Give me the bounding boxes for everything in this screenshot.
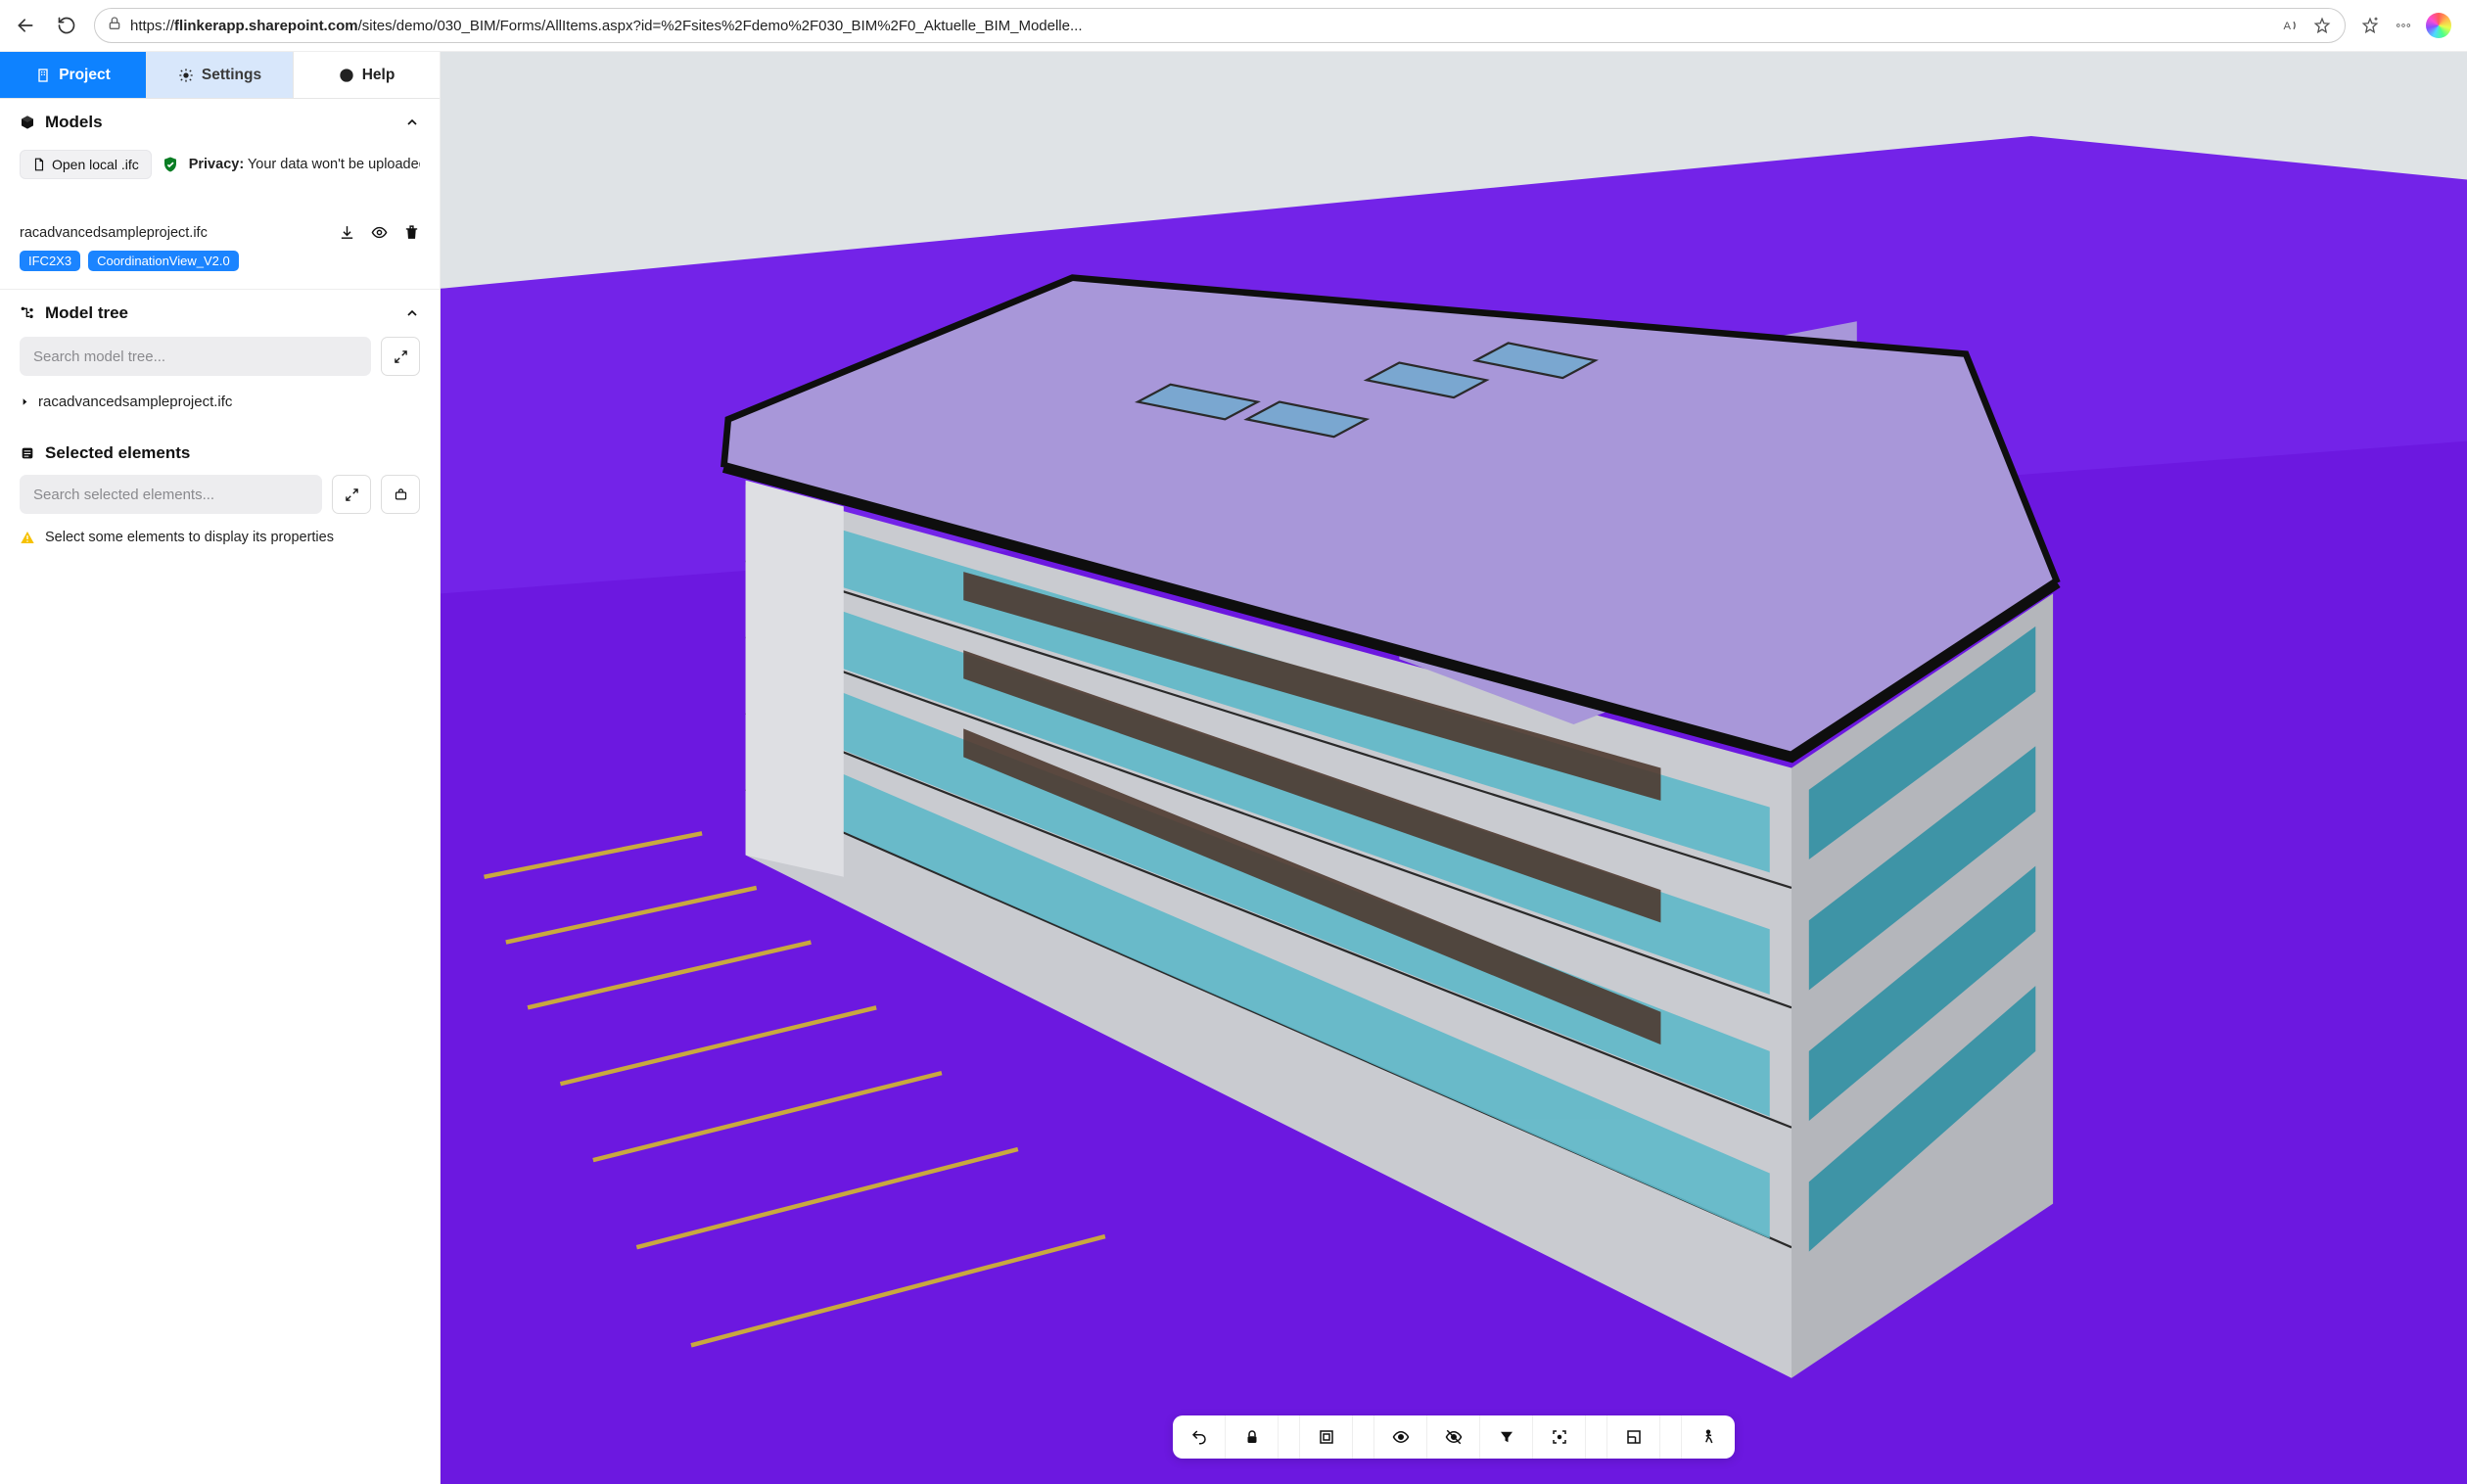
briefcase-icon: [394, 487, 408, 502]
focus-button[interactable]: [1533, 1415, 1586, 1459]
funnel-icon: [1498, 1428, 1515, 1446]
sidebar: Project Settings Help Models: [0, 52, 441, 1484]
hide-button[interactable]: [1427, 1415, 1480, 1459]
tab-project-label: Project: [59, 67, 111, 84]
panel-models-title: Models: [45, 113, 103, 132]
undo-icon: [1190, 1428, 1208, 1446]
warning-icon: [20, 530, 35, 545]
panel-models: Models Open local .ifc Privacy: Your dat…: [0, 99, 440, 290]
filter-button[interactable]: [1480, 1415, 1533, 1459]
address-bar[interactable]: https://flinkerapp.sharepoint.com/sites/…: [94, 8, 2346, 43]
lock-icon: [1243, 1428, 1261, 1446]
floorplan-icon: [1625, 1428, 1643, 1446]
selected-hint: Select some elements to display its prop…: [0, 526, 440, 549]
tab-project[interactable]: Project: [0, 52, 147, 98]
browser-bar: https://flinkerapp.sharepoint.com/sites/…: [0, 0, 2467, 51]
chevron-up-icon: [404, 115, 420, 130]
view-toolbar: [1173, 1415, 1735, 1459]
tab-settings[interactable]: Settings: [147, 52, 294, 98]
model-file-name: racadvancedsampleproject.ifc: [20, 225, 208, 241]
caret-right-icon: [20, 396, 30, 407]
tab-help-label: Help: [362, 67, 396, 84]
show-button[interactable]: [1374, 1415, 1427, 1459]
panel-tree-head[interactable]: Model tree: [0, 290, 440, 337]
panel-model-tree: Model tree racadvancedsampleproject.ifc: [0, 290, 440, 428]
walk-icon: [1699, 1428, 1717, 1446]
panel-selected-title: Selected elements: [45, 443, 190, 463]
trash-icon[interactable]: [403, 224, 420, 241]
panel-models-head[interactable]: Models: [0, 99, 440, 146]
svg-text:A: A: [2284, 21, 2292, 32]
panel-selected-head: Selected elements: [0, 428, 440, 475]
expand-selected-button[interactable]: [332, 475, 371, 514]
chevron-up-icon: [404, 305, 420, 321]
panel-tree-title: Model tree: [45, 303, 128, 323]
list-icon: [20, 445, 35, 461]
undo-button[interactable]: [1173, 1415, 1226, 1459]
badge-ifc-view: CoordinationView_V2.0: [88, 251, 239, 271]
model-tree-search-input[interactable]: [20, 337, 371, 376]
expand-icon: [345, 487, 359, 502]
cube-icon: [20, 115, 35, 130]
open-local-label: Open local .ifc: [52, 157, 139, 172]
plan-button[interactable]: [1607, 1415, 1660, 1459]
eye-icon[interactable]: [371, 224, 388, 241]
eye-off-icon: [1445, 1428, 1463, 1446]
export-selected-button[interactable]: [381, 475, 420, 514]
shield-check-icon: [162, 156, 179, 173]
tab-settings-label: Settings: [202, 67, 261, 84]
focus-icon: [1551, 1428, 1568, 1446]
sidebar-tabs: Project Settings Help: [0, 52, 440, 99]
selected-search-input[interactable]: [20, 475, 322, 514]
copilot-icon[interactable]: [2426, 13, 2451, 38]
read-aloud-icon[interactable]: A: [2280, 15, 2302, 36]
lock-button[interactable]: [1226, 1415, 1279, 1459]
star-icon[interactable]: [2311, 15, 2333, 36]
selected-hint-text: Select some elements to display its prop…: [45, 530, 334, 545]
tree-icon: [20, 305, 35, 321]
expand-tree-button[interactable]: [381, 337, 420, 376]
expand-icon: [394, 349, 408, 364]
privacy-text: Privacy: Your data won't be uploaded any…: [189, 157, 420, 172]
refresh-button[interactable]: [53, 12, 80, 39]
section-icon: [1318, 1428, 1335, 1446]
favorites-icon[interactable]: [2359, 15, 2381, 36]
section-button[interactable]: [1300, 1415, 1353, 1459]
tree-root-item[interactable]: racadvancedsampleproject.ifc: [0, 390, 440, 428]
lock-icon: [107, 16, 122, 36]
building-render: [441, 52, 2467, 1484]
download-icon[interactable]: [339, 224, 355, 241]
more-icon[interactable]: [2393, 15, 2414, 36]
eye-icon: [1392, 1428, 1410, 1446]
back-button[interactable]: [12, 12, 39, 39]
app-container: Project Settings Help Models: [0, 51, 2467, 1484]
tab-help[interactable]: Help: [294, 52, 440, 98]
walk-button[interactable]: [1682, 1415, 1735, 1459]
file-icon: [32, 158, 46, 171]
url-text: https://flinkerapp.sharepoint.com/sites/…: [130, 18, 2272, 34]
model-viewer[interactable]: ✕: [441, 52, 2467, 1484]
badge-ifc-schema: IFC2X3: [20, 251, 80, 271]
tree-root-label: racadvancedsampleproject.ifc: [38, 394, 232, 410]
model-file-row: racadvancedsampleproject.ifc: [0, 199, 440, 251]
model-badges: IFC2X3 CoordinationView_V2.0: [0, 251, 440, 289]
open-local-ifc-button[interactable]: Open local .ifc: [20, 150, 152, 179]
